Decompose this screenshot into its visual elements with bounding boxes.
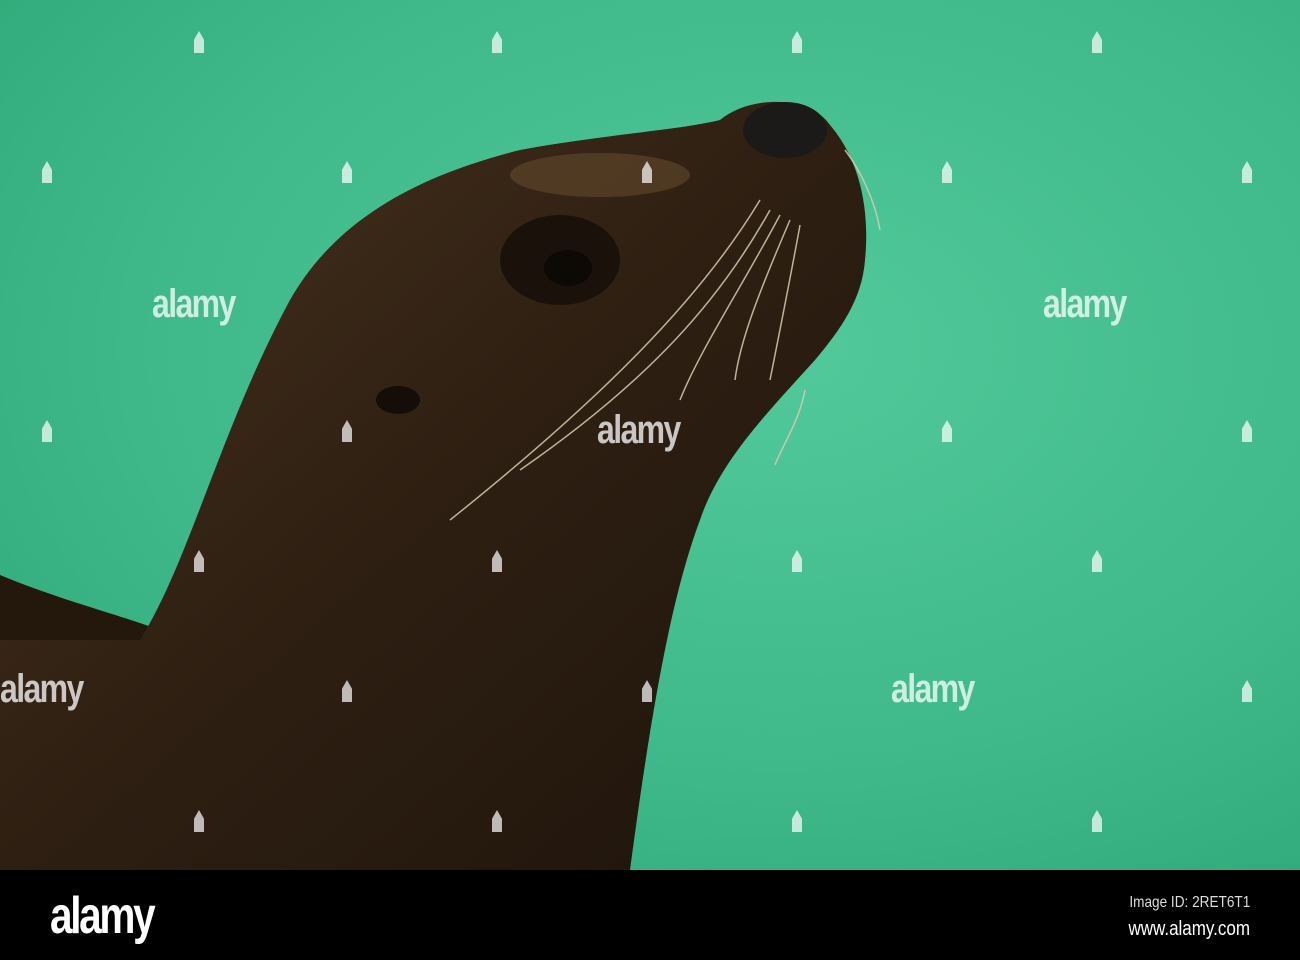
watermark: alamy [891, 667, 975, 711]
image-id: Image ID: 2RET6T1 [1129, 894, 1250, 911]
watermark: alamy [597, 408, 681, 452]
nose [743, 102, 827, 158]
watermark: alamy [1043, 282, 1127, 326]
watermark: alamy [152, 282, 236, 326]
site-url[interactable]: www.alamy.com [1128, 918, 1250, 941]
watermark: alamy [0, 667, 84, 711]
alamy-logo: alamy [50, 887, 156, 945]
ear [376, 386, 420, 414]
eye [544, 250, 592, 286]
head-highlight [510, 153, 690, 197]
footer-bar: alamy Image ID: 2RET6T1 www.alamy.com [0, 870, 1300, 960]
